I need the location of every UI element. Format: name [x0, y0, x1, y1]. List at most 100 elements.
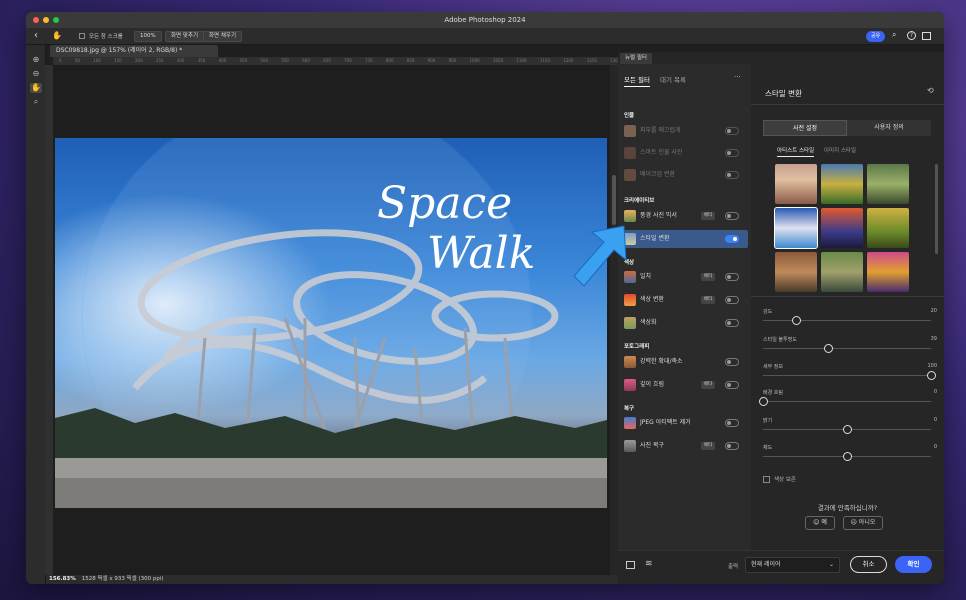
- filter-toggle[interactable]: [725, 212, 739, 220]
- slider-track[interactable]: [763, 348, 931, 349]
- before-after-icon[interactable]: [626, 561, 635, 569]
- filter-depth-blur[interactable]: 깊이 흐림 베타: [621, 376, 748, 394]
- slider-knob[interactable]: [842, 424, 852, 434]
- filter-photo-restoration[interactable]: 사진 복구 베타: [621, 437, 748, 455]
- hand-tool-icon[interactable]: ✋: [52, 31, 62, 40]
- filter-label: 풍경 사진 믹서: [640, 212, 677, 219]
- minimize-window-button[interactable]: [43, 17, 49, 23]
- back-icon[interactable]: ‹: [34, 30, 38, 41]
- tab-all-filters[interactable]: 모든 필터: [624, 74, 650, 87]
- neural-filters-tab[interactable]: 뉴럴 필터: [620, 53, 652, 64]
- fit-screen-button[interactable]: 화면 맞추기: [165, 31, 205, 42]
- segment-custom[interactable]: 사용자 정의: [847, 120, 931, 136]
- style-thumbnail[interactable]: [867, 164, 909, 204]
- zoom-status[interactable]: 156.83%: [49, 576, 76, 582]
- fill-screen-button[interactable]: 화면 채우기: [203, 31, 243, 42]
- photoshop-window: Adobe Photoshop 2024 ‹ ✋ 모든 창 스크롤 100% 화…: [26, 12, 944, 584]
- subtab-artist-style[interactable]: 아티스트 스타일: [777, 148, 815, 157]
- canvas-scrollbar[interactable]: [610, 65, 618, 575]
- more-icon[interactable]: ···: [734, 73, 741, 81]
- workspace-icon[interactable]: [922, 32, 931, 40]
- filter-toggle[interactable]: [725, 296, 739, 304]
- slider-track[interactable]: [763, 375, 931, 376]
- filter-landscape-mixer[interactable]: 풍경 사진 믹서 베타: [621, 207, 748, 225]
- style-thumbnail[interactable]: [867, 208, 909, 248]
- divider: [751, 104, 944, 105]
- filter-colorize[interactable]: 색상화: [621, 314, 748, 332]
- tools-panel: ⊕ ⊖ ✋ ⌕: [26, 45, 46, 584]
- slider-knob[interactable]: [824, 343, 834, 353]
- slider-knob[interactable]: [926, 370, 936, 380]
- layers-icon[interactable]: ≋: [645, 559, 653, 569]
- zoom-out-icon[interactable]: ⊖: [30, 69, 42, 79]
- close-window-button[interactable]: [33, 17, 39, 23]
- zoom-in-icon[interactable]: ⊕: [30, 55, 42, 65]
- slider-knob[interactable]: [842, 451, 852, 461]
- feedback-yes-button[interactable]: ☺ 예: [805, 516, 835, 530]
- filter-skin-smoothing[interactable]: 피부를 매끄럽게: [621, 122, 748, 140]
- output-value: 현재 레이어: [751, 561, 781, 568]
- slider-knob[interactable]: [758, 396, 768, 406]
- slider-track[interactable]: [763, 320, 931, 321]
- filter-label: 강력한 확대/축소: [640, 358, 683, 365]
- gallery-scrollbar[interactable]: [935, 164, 938, 254]
- filter-super-zoom[interactable]: 강력한 확대/축소: [621, 353, 748, 371]
- ok-button[interactable]: 확인: [895, 556, 932, 573]
- style-thumbnail-selected[interactable]: [774, 207, 818, 249]
- checkbox-box[interactable]: [763, 476, 770, 483]
- zoom-tool-icon[interactable]: ⌕: [30, 97, 42, 107]
- filter-toggle[interactable]: [725, 149, 739, 157]
- style-thumbnail[interactable]: [775, 164, 817, 204]
- slider-value: 0: [933, 389, 937, 395]
- share-button[interactable]: 공유: [866, 31, 886, 42]
- beta-badge: 베타: [701, 381, 716, 389]
- neural-filters-tab-bar: 뉴럴 필터: [618, 52, 944, 64]
- reset-icon[interactable]: ⟲: [927, 86, 934, 95]
- scroll-all-checkbox[interactable]: [79, 33, 85, 39]
- style-gallery: [774, 164, 915, 294]
- filter-label: JPEG 아티팩트 제거: [640, 419, 691, 426]
- help-icon[interactable]: ?: [907, 31, 916, 40]
- document-tab[interactable]: DSC09818.jpg @ 157% (레이어 2, RGB/8) *: [50, 45, 218, 57]
- slider-track[interactable]: [763, 401, 931, 402]
- cancel-button[interactable]: 취소: [850, 556, 887, 573]
- style-thumbnail[interactable]: [821, 208, 863, 248]
- filter-smart-portrait[interactable]: 스마트 인물 사진: [621, 144, 748, 162]
- search-icon[interactable]: ⌕: [892, 30, 896, 40]
- zoom-window-button[interactable]: [53, 17, 59, 23]
- filter-label: 스마트 인물 사진: [640, 149, 683, 156]
- filter-toggle[interactable]: [725, 442, 739, 450]
- filter-jpeg-artifact-removal[interactable]: JPEG 아티팩트 제거: [621, 414, 748, 432]
- style-transfer-panel: 스타일 변환 ⟲ 사전 설정 사용자 정의 아티스트 스타일 이미지 스타일 강…: [751, 64, 944, 584]
- panel-title: 스타일 변환: [765, 89, 802, 98]
- filter-toggle[interactable]: [725, 273, 739, 281]
- slider-knob[interactable]: [792, 315, 802, 325]
- style-thumbnail[interactable]: [821, 252, 863, 292]
- filter-toggle[interactable]: [725, 358, 739, 366]
- zoom-100-button[interactable]: 100%: [134, 31, 162, 42]
- style-thumbnail[interactable]: [821, 164, 863, 204]
- tab-waitlist[interactable]: 대기 목록: [660, 74, 686, 84]
- filter-toggle[interactable]: [725, 235, 739, 243]
- segment-preset[interactable]: 사전 설정: [763, 120, 847, 136]
- filter-makeup-transfer[interactable]: 메이크업 변환: [621, 166, 748, 184]
- style-thumbnail[interactable]: [867, 252, 909, 292]
- output-dropdown[interactable]: 현재 레이어 ⌄: [745, 557, 840, 573]
- filter-toggle[interactable]: [725, 419, 739, 427]
- filter-toggle[interactable]: [725, 381, 739, 389]
- filter-style-transfer[interactable]: 스타일 변환: [621, 230, 748, 248]
- filter-thumbnail: [624, 356, 636, 368]
- filter-toggle[interactable]: [725, 127, 739, 135]
- filter-color-transfer[interactable]: 색상 변환 베타: [621, 291, 748, 309]
- filter-harmonization[interactable]: 일치 베타: [621, 268, 748, 286]
- chevron-down-icon: ⌄: [828, 561, 834, 568]
- subtab-image-style[interactable]: 이미지 스타일: [824, 148, 856, 154]
- feedback-no-button[interactable]: ☹ 아니오: [843, 516, 883, 530]
- filter-toggle[interactable]: [725, 171, 739, 179]
- filter-toggle[interactable]: [725, 319, 739, 327]
- filter-label: 사진 복구: [640, 442, 664, 449]
- hand-tool-icon[interactable]: ✋: [30, 83, 42, 93]
- canvas-area[interactable]: Space Walk: [53, 65, 618, 575]
- preserve-color-checkbox[interactable]: 색상 보존: [763, 475, 796, 483]
- style-thumbnail[interactable]: [775, 252, 817, 292]
